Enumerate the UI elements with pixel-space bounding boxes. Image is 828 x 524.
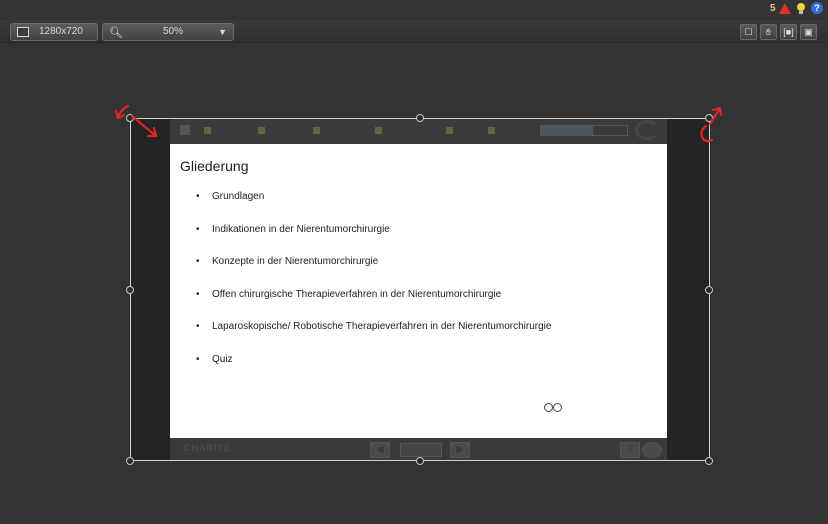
zoom-dropdown[interactable]: 🔍︎ 50% ▼ xyxy=(102,23,234,41)
window-icon[interactable]: ▣ xyxy=(800,24,817,40)
resolution-label: 1280x720 xyxy=(39,26,83,37)
resize-handle-left[interactable] xyxy=(126,286,134,294)
selection-frame[interactable] xyxy=(130,118,710,461)
top-status-bar: 5 ? xyxy=(0,0,828,21)
crop-icon[interactable]: ☐ xyxy=(740,24,757,40)
resize-handle-top[interactable] xyxy=(416,114,424,122)
resize-handle-bottom-left[interactable] xyxy=(126,457,134,465)
resolution-selector[interactable]: 1280x720 xyxy=(10,23,98,41)
magnifier-icon: 🔍︎ xyxy=(109,27,123,39)
lightbulb-icon[interactable] xyxy=(797,3,805,14)
resize-handle-right[interactable] xyxy=(705,286,713,294)
chevron-down-icon: ▼ xyxy=(218,27,227,37)
resize-handle-bottom-right[interactable] xyxy=(705,457,713,465)
notification-count: 5 xyxy=(770,3,776,14)
resize-handle-bottom[interactable] xyxy=(416,457,424,465)
resolution-icon xyxy=(17,27,29,37)
zoom-value: 50% xyxy=(163,26,184,37)
hand-icon[interactable]: ✋︎ xyxy=(760,24,777,40)
fit-icon[interactable]: [■] xyxy=(780,24,797,40)
rotate-arrow-icon[interactable] xyxy=(694,100,726,144)
help-icon[interactable]: ? xyxy=(811,2,823,14)
scale-arrow-icon[interactable] xyxy=(112,102,162,144)
alert-icon[interactable] xyxy=(779,3,791,14)
